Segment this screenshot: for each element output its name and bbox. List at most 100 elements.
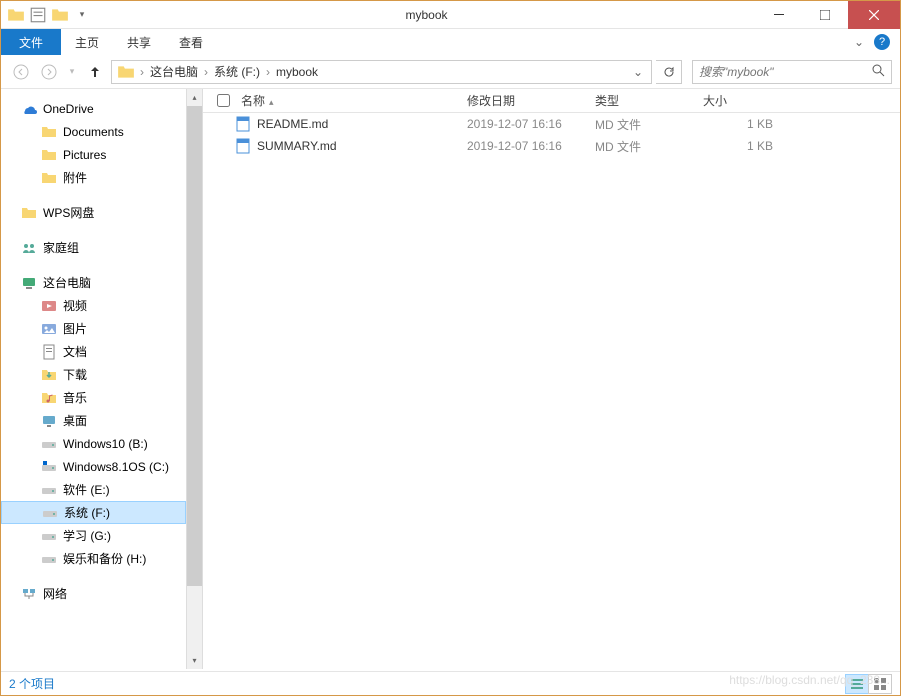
maximize-button[interactable] — [802, 1, 848, 29]
tree-item[interactable]: Documents — [1, 120, 186, 143]
up-button[interactable] — [83, 60, 107, 84]
file-row[interactable]: SUMMARY.md2019-12-07 16:16MD 文件1 KB — [203, 135, 900, 157]
qat-dropdown-icon[interactable]: ▾ — [73, 6, 91, 24]
ribbon: 文件 主页 共享 查看 ⌄ ? — [1, 29, 900, 55]
ribbon-tab-home[interactable]: 主页 — [61, 29, 113, 55]
tree-item[interactable]: 这台电脑 — [1, 271, 186, 294]
folder-icon — [7, 6, 25, 24]
tree-item[interactable]: Windows8.1OS (C:) — [1, 455, 186, 478]
drive-icon — [41, 528, 57, 544]
ribbon-expand-icon[interactable]: ⌄ — [854, 35, 864, 49]
scroll-up-icon[interactable]: ▴ — [187, 89, 202, 106]
drive-icon — [41, 551, 57, 567]
tree-item[interactable]: 网络 — [1, 582, 186, 605]
navigation-bar: ▾ › 这台电脑 › 系统 (F:) › mybook ⌄ — [1, 55, 900, 89]
content-area: OneDrive Documents Pictures 附件 WPS网盘家庭组这台电脑视… — [1, 89, 900, 669]
help-icon[interactable]: ? — [874, 34, 890, 50]
tree-item[interactable]: 桌面 — [1, 409, 186, 432]
tree-item[interactable]: 文档 — [1, 340, 186, 363]
new-folder-icon[interactable] — [51, 6, 69, 24]
tree-label: Windows10 (B:) — [63, 437, 148, 451]
file-icon — [235, 138, 251, 154]
close-button[interactable] — [848, 1, 900, 29]
drive-icon — [41, 482, 57, 498]
tree-label: 下载 — [63, 366, 87, 383]
tree-item[interactable]: 视频 — [1, 294, 186, 317]
address-bar[interactable]: › 这台电脑 › 系统 (F:) › mybook ⌄ — [111, 60, 652, 84]
desktop-icon — [41, 413, 57, 429]
file-tab[interactable]: 文件 — [1, 29, 61, 55]
back-button[interactable] — [9, 60, 33, 84]
tree-label: OneDrive — [43, 102, 94, 116]
tree-item[interactable]: 图片 — [1, 317, 186, 340]
breadcrumb-segment[interactable]: 这台电脑 — [146, 61, 202, 83]
tree-label: 桌面 — [63, 412, 87, 429]
folder-icon — [41, 170, 57, 186]
drive-icon — [41, 436, 57, 452]
tree-item[interactable]: WPS网盘 — [1, 201, 186, 224]
tree-item[interactable]: 家庭组 — [1, 236, 186, 259]
search-input[interactable] — [699, 65, 872, 79]
file-list: 名称▴ 修改日期 类型 大小 README.md2019-12-07 16:16… — [203, 89, 900, 669]
chevron-right-icon[interactable]: › — [138, 65, 146, 79]
tree-item[interactable]: 学习 (G:) — [1, 524, 186, 547]
chevron-right-icon[interactable]: › — [202, 65, 210, 79]
tree-label: 附件 — [63, 169, 87, 186]
column-header-date[interactable]: 修改日期 — [467, 92, 595, 109]
chevron-right-icon[interactable]: › — [264, 65, 272, 79]
column-headers: 名称▴ 修改日期 类型 大小 — [203, 89, 900, 113]
tree-item[interactable]: Pictures — [1, 143, 186, 166]
forward-button[interactable] — [37, 60, 61, 84]
sidebar-scrollbar[interactable]: ▴ ▾ — [186, 89, 203, 669]
address-dropdown-icon[interactable]: ⌄ — [627, 65, 649, 79]
doc-icon — [41, 344, 57, 360]
picture-icon — [41, 321, 57, 337]
tree-label: 这台电脑 — [43, 274, 91, 291]
file-row[interactable]: README.md2019-12-07 16:16MD 文件1 KB — [203, 113, 900, 135]
scroll-down-icon[interactable]: ▾ — [187, 652, 202, 669]
tree-label: 系统 (F:) — [64, 504, 110, 521]
tree-item[interactable]: 音乐 — [1, 386, 186, 409]
column-header-name[interactable]: 名称▴ — [235, 92, 467, 109]
ribbon-tab-view[interactable]: 查看 — [165, 29, 217, 55]
homegroup-icon — [21, 240, 37, 256]
details-view-button[interactable] — [845, 674, 869, 694]
tree-label: 家庭组 — [43, 239, 79, 256]
tree-item[interactable]: 系统 (F:) — [1, 501, 186, 524]
file-name: README.md — [257, 117, 467, 131]
breadcrumb-segment[interactable]: 系统 (F:) — [210, 61, 264, 83]
tree-item[interactable]: Windows10 (B:) — [1, 432, 186, 455]
icons-view-button[interactable] — [868, 674, 892, 694]
folder-icon — [117, 63, 135, 81]
properties-icon[interactable] — [29, 6, 47, 24]
music-icon — [41, 390, 57, 406]
statusbar: 2 个项目 — [1, 671, 900, 695]
select-all-checkbox[interactable] — [211, 94, 235, 107]
tree-item[interactable]: 软件 (E:) — [1, 478, 186, 501]
file-date: 2019-12-07 16:16 — [467, 117, 595, 131]
tree-item[interactable]: 娱乐和备份 (H:) — [1, 547, 186, 570]
column-header-type[interactable]: 类型 — [595, 92, 703, 109]
tree-label: 学习 (G:) — [63, 527, 111, 544]
ribbon-tab-share[interactable]: 共享 — [113, 29, 165, 55]
minimize-button[interactable] — [756, 1, 802, 29]
breadcrumb-segment[interactable]: mybook — [272, 61, 322, 83]
refresh-button[interactable] — [656, 60, 682, 84]
recent-dropdown[interactable]: ▾ — [65, 60, 79, 84]
tree-label: WPS网盘 — [43, 204, 94, 221]
download-icon — [41, 367, 57, 383]
tree-item[interactable]: OneDrive — [1, 97, 186, 120]
titlebar: ▾ mybook — [1, 1, 900, 29]
video-icon — [41, 298, 57, 314]
scroll-thumb[interactable] — [187, 106, 202, 586]
tree-item[interactable]: 下载 — [1, 363, 186, 386]
search-box[interactable] — [692, 60, 892, 84]
tree-label: Documents — [63, 125, 124, 139]
computer-icon — [21, 275, 37, 291]
column-header-size[interactable]: 大小 — [703, 92, 793, 109]
sort-indicator-icon: ▴ — [269, 97, 274, 107]
search-icon[interactable] — [872, 64, 885, 80]
tree-label: 图片 — [63, 320, 87, 337]
tree-item[interactable]: 附件 — [1, 166, 186, 189]
tree-label: 视频 — [63, 297, 87, 314]
